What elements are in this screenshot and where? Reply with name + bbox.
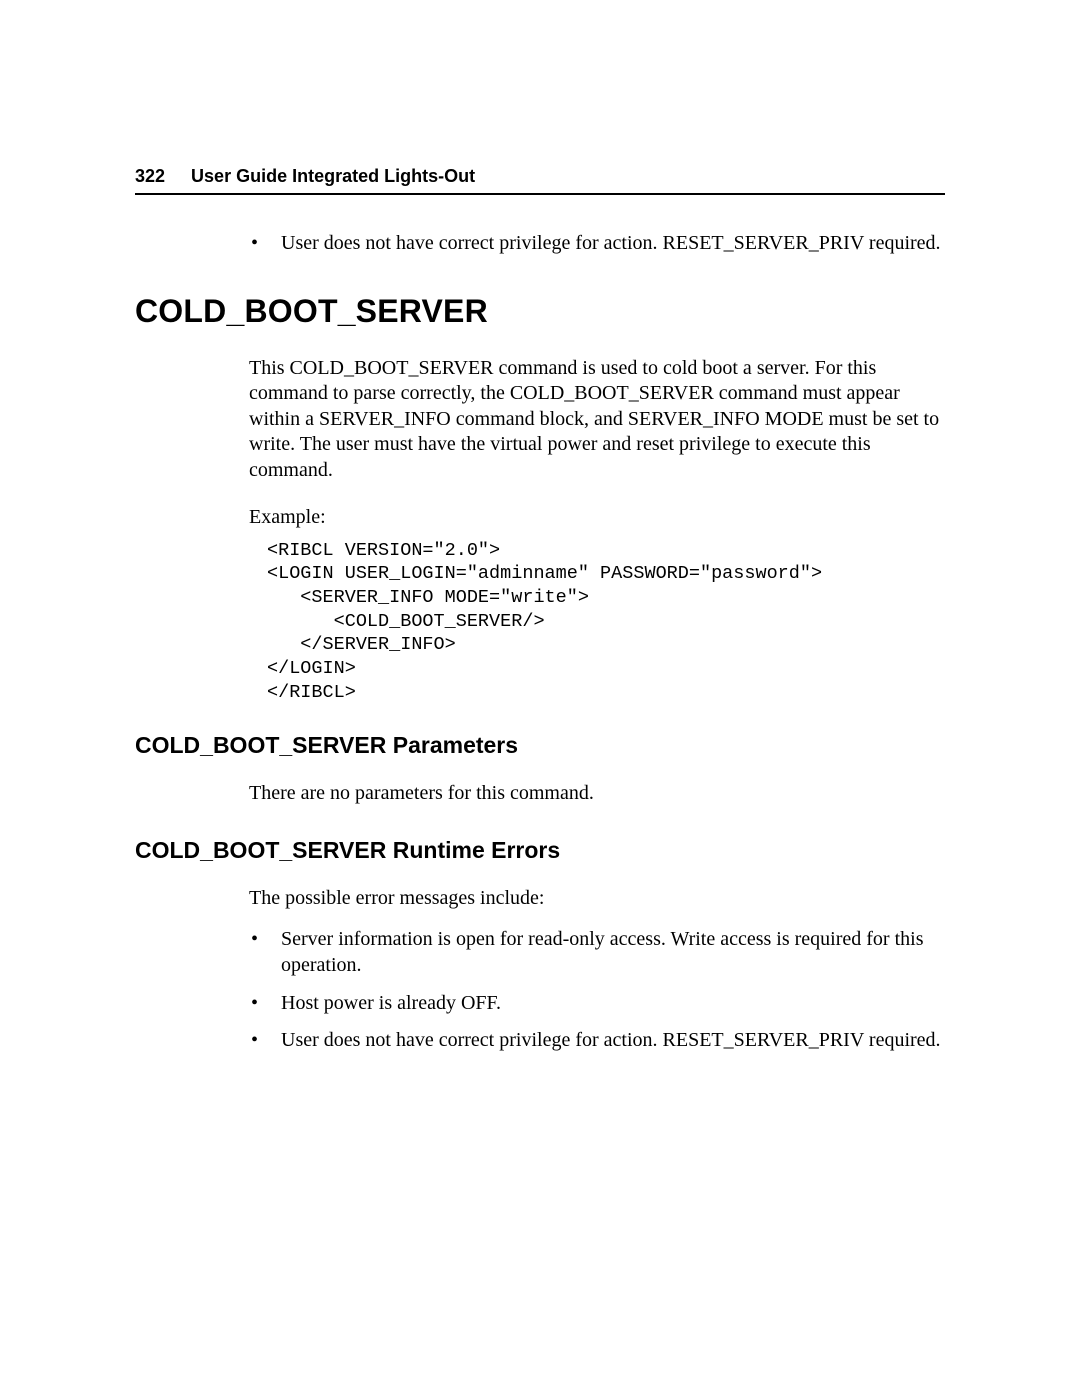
errors-intro: The possible error messages include: (249, 886, 945, 912)
section-body: This COLD_BOOT_SERVER command is used to… (249, 356, 945, 705)
header-rule (135, 193, 945, 195)
list-item: User does not have correct privilege for… (281, 1028, 945, 1054)
page-number: 322 (135, 166, 165, 187)
parameters-text: There are no parameters for this command… (249, 781, 945, 807)
example-label: Example: (249, 506, 945, 529)
parameters-title: COLD_BOOT_SERVER Parameters (135, 732, 945, 759)
errors-section: COLD_BOOT_SERVER Runtime Errors The poss… (135, 837, 945, 1054)
list-item: User does not have correct privilege for… (281, 231, 945, 257)
section-description: This COLD_BOOT_SERVER command is used to… (249, 356, 945, 484)
intro-block: User does not have correct privilege for… (249, 231, 945, 257)
errors-title: COLD_BOOT_SERVER Runtime Errors (135, 837, 945, 864)
intro-bullet-list: User does not have correct privilege for… (249, 231, 945, 257)
page-container: 322 User Guide Integrated Lights-Out Use… (0, 0, 1080, 1054)
list-item: Host power is already OFF. (281, 991, 945, 1017)
list-item: Server information is open for read-only… (281, 927, 945, 978)
page-header: 322 User Guide Integrated Lights-Out (135, 166, 945, 187)
errors-list: Server information is open for read-only… (249, 927, 945, 1053)
section-title: COLD_BOOT_SERVER (135, 293, 945, 330)
parameters-section: COLD_BOOT_SERVER Parameters There are no… (135, 732, 945, 807)
code-block: <RIBCL VERSION="2.0"> <LOGIN USER_LOGIN=… (267, 539, 945, 705)
header-title: User Guide Integrated Lights-Out (191, 166, 475, 187)
